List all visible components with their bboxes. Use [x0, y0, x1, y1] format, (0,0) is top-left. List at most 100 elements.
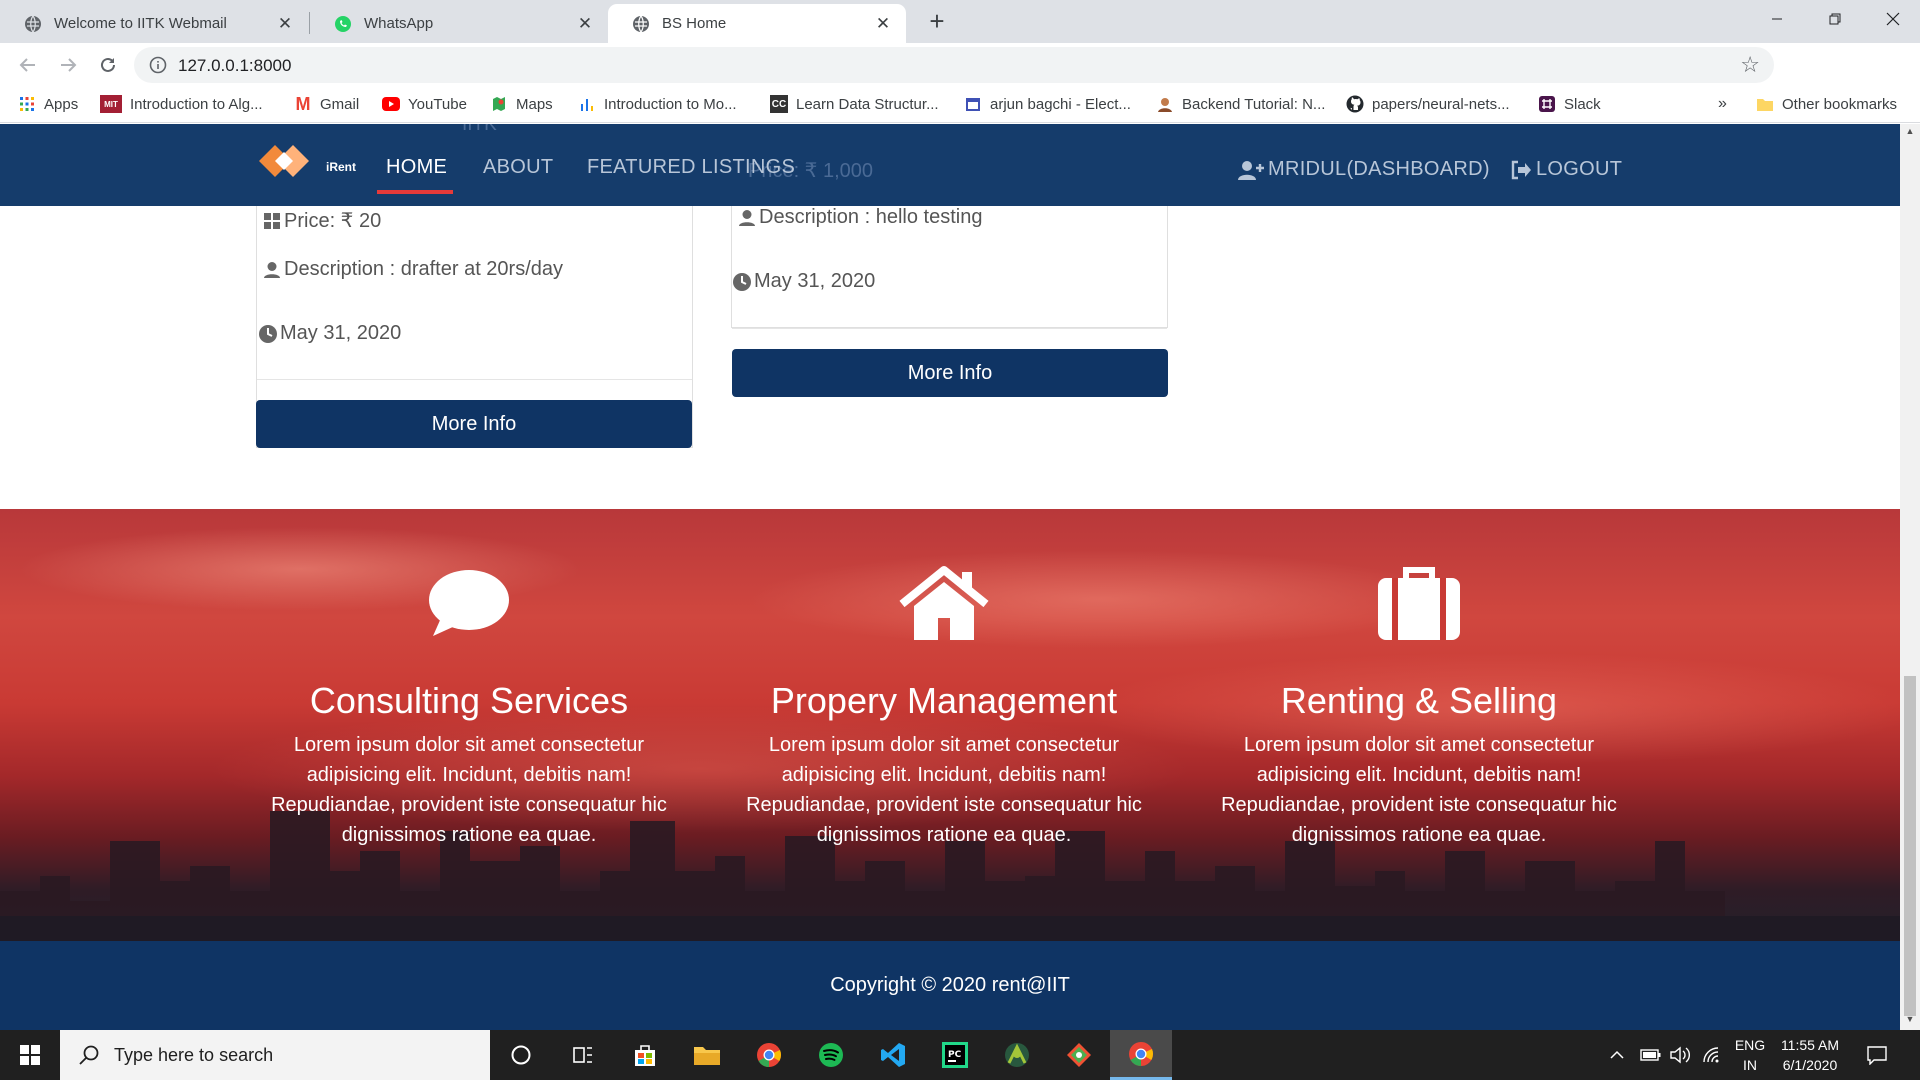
wifi-icon — [1703, 1047, 1719, 1063]
close-icon[interactable]: ✕ — [576, 14, 594, 34]
bookmark-label: Introduction to Mo... — [604, 95, 737, 113]
bookmark-label: Gmail — [320, 95, 360, 113]
restore-button[interactable] — [1806, 0, 1864, 38]
bookmark-arjun[interactable]: arjun bagchi - Elect... — [964, 95, 1131, 113]
taskbar-search-box[interactable]: Type here to search — [60, 1030, 490, 1080]
page-scrollbar[interactable]: ▲ ▼ — [1900, 124, 1920, 1030]
bookmark-intro-algorithms[interactable]: MIT Introduction to Alg... — [100, 95, 263, 113]
network-indicator[interactable] — [1702, 1030, 1722, 1080]
new-tab-button[interactable]: + — [922, 6, 952, 36]
action-center-button[interactable] — [1866, 1030, 1888, 1080]
nav-home[interactable]: HOME — [386, 156, 447, 179]
bookmark-intro-mo[interactable]: Introduction to Mo... — [578, 95, 737, 113]
taskbar-chrome-active[interactable] — [1110, 1030, 1172, 1080]
language-code: ENG — [1734, 1037, 1766, 1053]
close-icon[interactable]: ✕ — [276, 14, 294, 34]
card-price: Price: ₹ 20 — [262, 208, 381, 233]
taskbar-chrome[interactable] — [738, 1030, 800, 1080]
scroll-up-arrow-icon[interactable]: ▲ — [1905, 126, 1915, 136]
bookmark-youtube[interactable]: YouTube — [382, 95, 467, 113]
info-icon[interactable] — [148, 55, 168, 75]
vscode-icon — [881, 1043, 905, 1067]
bookmarks-overflow-button[interactable]: » — [1718, 95, 1727, 113]
taskbar-file-explorer[interactable] — [676, 1030, 738, 1080]
back-button[interactable] — [14, 51, 42, 79]
date-text: May 31, 2020 — [754, 270, 876, 292]
card-date: May 31, 2020 — [258, 322, 401, 345]
service-text: Lorem ipsum dolor sit amet consectetur a… — [271, 734, 667, 846]
taskbar-spotify[interactable] — [800, 1030, 862, 1080]
irent-logo[interactable] — [255, 138, 325, 184]
show-hidden-icons-button[interactable] — [1610, 1030, 1624, 1080]
pycharm-icon: PC — [942, 1042, 968, 1068]
language-indicator[interactable]: ENG IN — [1730, 1035, 1770, 1075]
service-title: Renting & Selling — [1280, 680, 1558, 721]
bookmark-other[interactable]: Other bookmarks — [1756, 95, 1897, 113]
arrow-right-icon — [61, 58, 77, 72]
bookmark-backend-tutorial[interactable]: Backend Tutorial: N... — [1156, 95, 1325, 113]
bookmark-label: papers/neural-nets... — [1372, 95, 1510, 113]
battery-indicator[interactable] — [1640, 1030, 1662, 1080]
taskbar-android-studio[interactable] — [986, 1030, 1048, 1080]
bookmark-maps[interactable]: Maps — [490, 95, 553, 113]
volume-indicator[interactable] — [1670, 1030, 1692, 1080]
taskbar-vscode[interactable] — [862, 1030, 924, 1080]
taskbar-clock[interactable]: 11:55 AM 6/1/2020 — [1770, 1035, 1850, 1075]
bookmark-gmail[interactable]: M Gmail — [294, 94, 360, 114]
nav-about[interactable]: ABOUT — [483, 156, 553, 179]
tab-whatsapp[interactable]: WhatsApp ✕ — [310, 4, 608, 43]
bookmark-apps[interactable]: Apps — [18, 95, 78, 113]
logo-text[interactable]: iRent — [326, 160, 356, 174]
calendar-icon — [964, 95, 982, 113]
close-icon[interactable]: ✕ — [874, 14, 892, 34]
tab-iitk-webmail[interactable]: Welcome to IITK Webmail ✕ — [0, 4, 308, 43]
address-bar[interactable]: 127.0.0.1:8000 ☆ — [134, 47, 1774, 83]
service-renting-selling: Renting & Selling Lorem ipsum dolor sit … — [1209, 554, 1629, 850]
url-text: 127.0.0.1:8000 — [178, 56, 292, 75]
more-info-button[interactable]: More Info — [732, 349, 1168, 397]
location-text-behind-nav: IITK — [462, 124, 497, 135]
reload-button[interactable] — [94, 51, 122, 79]
minimize-icon — [1772, 18, 1782, 20]
more-info-button[interactable]: More Info — [256, 400, 692, 448]
scrollbar-thumb[interactable] — [1904, 676, 1916, 1016]
taskbar-pycharm[interactable]: PC — [924, 1030, 986, 1080]
browser-tab-strip: Welcome to IITK Webmail ✕ WhatsApp ✕ BS … — [0, 0, 1920, 43]
windows-taskbar: Type here to search PC ENG IN 11:55 AM 6… — [0, 1030, 1920, 1080]
service-text: Lorem ipsum dolor sit amet consectetur a… — [746, 734, 1142, 846]
th-large-icon — [262, 211, 282, 231]
minimize-button[interactable] — [1748, 0, 1806, 38]
gitkraken-icon — [1067, 1043, 1091, 1067]
bookmark-slack[interactable]: Slack — [1538, 95, 1601, 113]
service-text: Lorem ipsum dolor sit amet consectetur a… — [1221, 734, 1617, 846]
site-footer: Copyright © 2020 rent@IIT — [0, 941, 1900, 1030]
nav-featured-listings[interactable]: FEATURED LISTINGS — [587, 156, 795, 179]
service-title: Propery Management — [770, 680, 1118, 721]
browser-toolbar: 127.0.0.1:8000 ☆ M ⋮ — [0, 43, 1920, 121]
spotify-icon — [819, 1043, 843, 1067]
reload-icon — [101, 57, 115, 72]
bookmark-label: Apps — [44, 95, 79, 113]
android-studio-icon — [1005, 1043, 1029, 1067]
cortana-circle-icon — [511, 1045, 531, 1065]
globe-icon — [632, 15, 650, 33]
forward-button[interactable] — [54, 51, 82, 79]
task-view-button[interactable] — [552, 1030, 614, 1080]
taskbar-git-app[interactable] — [1048, 1030, 1110, 1080]
price-text: Price: ₹ 20 — [284, 210, 382, 232]
start-button[interactable] — [0, 1030, 60, 1080]
close-window-button[interactable] — [1864, 0, 1920, 38]
bookmark-papers[interactable]: papers/neural-nets... — [1346, 95, 1510, 113]
cortana-button[interactable] — [490, 1030, 552, 1080]
windows-logo-icon — [20, 1045, 40, 1065]
taskbar-store[interactable] — [614, 1030, 676, 1080]
star-icon[interactable]: ☆ — [1740, 52, 1760, 78]
tab-bs-home[interactable]: BS Home ✕ — [608, 4, 906, 43]
bookmark-label: Learn Data Structur... — [796, 95, 939, 113]
scroll-down-arrow-icon[interactable]: ▼ — [1905, 1014, 1915, 1024]
bookmark-learn-ds[interactable]: CC Learn Data Structur... — [770, 95, 939, 113]
nav-dashboard[interactable]: MRIDUL(DASHBOARD) — [1238, 158, 1490, 181]
service-property-management: Propery Management Lorem ipsum dolor sit… — [734, 554, 1154, 850]
bookmarks-bar: Apps MIT Introduction to Alg... M Gmail … — [0, 87, 1920, 123]
nav-logout[interactable]: LOGOUT — [1510, 158, 1622, 181]
